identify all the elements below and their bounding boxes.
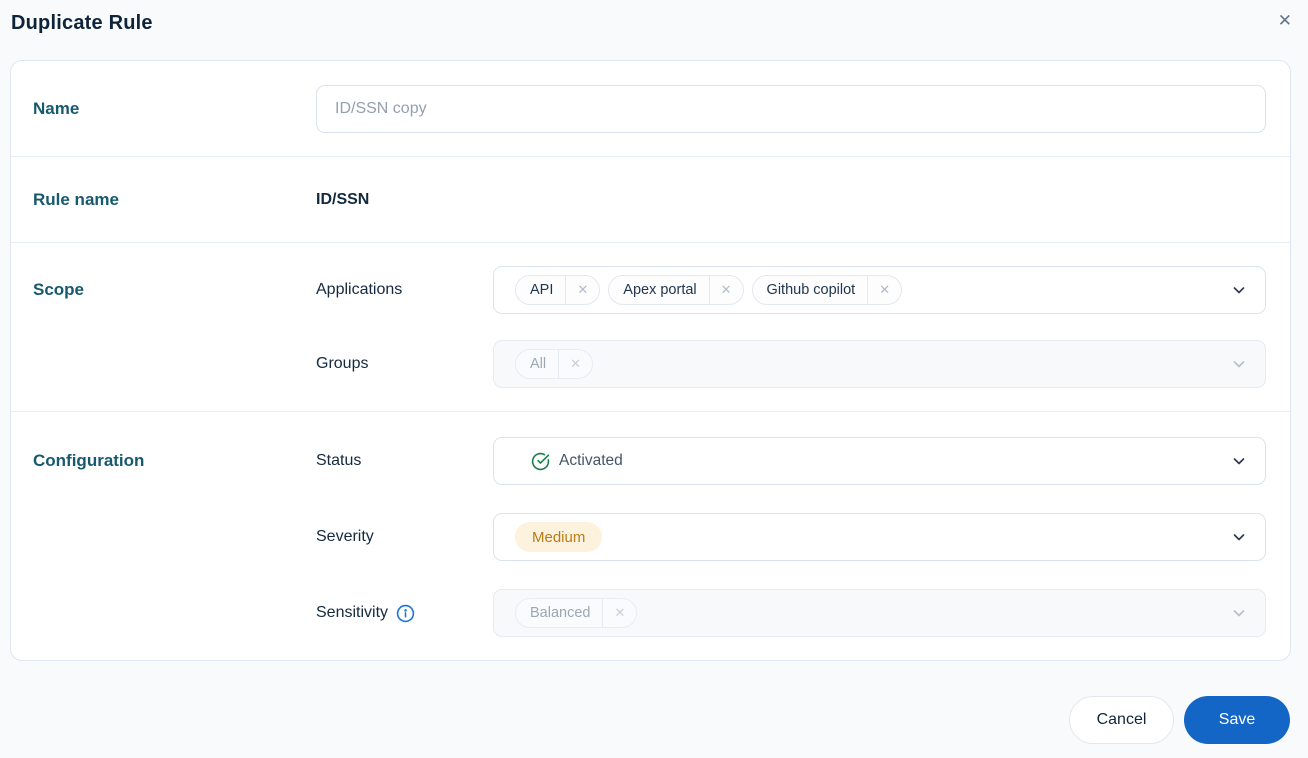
chevron-down-icon bbox=[1231, 605, 1247, 621]
chip: Balanced ✕ bbox=[515, 598, 638, 628]
rule-name-value: ID/SSN bbox=[316, 190, 370, 208]
chip: Github copilot ✕ bbox=[751, 275, 903, 305]
chip: Apex portal ✕ bbox=[608, 275, 744, 305]
name-row: Name bbox=[11, 61, 1290, 157]
chip-label: Balanced bbox=[530, 605, 591, 621]
chevron-down-icon bbox=[1231, 282, 1247, 298]
dialog-title: Duplicate Rule bbox=[11, 12, 153, 34]
chevron-down-icon bbox=[1231, 453, 1247, 469]
form-card: Name Rule name ID/SSN Scope Applications… bbox=[10, 60, 1291, 661]
chip-label: API bbox=[530, 282, 554, 298]
sensitivity-field-row: Sensitivity Balanced ✕ bbox=[316, 589, 1266, 637]
rule-name-row: Rule name ID/SSN bbox=[11, 157, 1290, 243]
chip-remove-icon[interactable]: ✕ bbox=[867, 276, 901, 304]
chip-label: Apex portal bbox=[623, 282, 697, 298]
groups-label: Groups bbox=[316, 355, 369, 372]
sensitivity-select: Balanced ✕ bbox=[493, 589, 1266, 637]
info-icon[interactable] bbox=[396, 604, 415, 623]
status-value: Activated bbox=[559, 452, 623, 469]
severity-select[interactable]: Medium bbox=[493, 513, 1266, 561]
chip-remove-icon[interactable]: ✕ bbox=[708, 276, 743, 304]
applications-field-row: Applications API ✕ Apex portal ✕ Github copi… bbox=[316, 266, 1266, 314]
chip-label: All bbox=[530, 356, 547, 372]
severity-badge: Medium bbox=[515, 522, 603, 552]
duplicate-rule-dialog: Duplicate Rule ✕ Name Rule name ID/SSN S… bbox=[0, 0, 1308, 758]
chip: API ✕ bbox=[515, 275, 601, 305]
chevron-down-icon bbox=[1231, 529, 1247, 545]
chip-remove-icon: ✕ bbox=[602, 599, 636, 627]
severity-field-row: Severity Medium bbox=[316, 513, 1266, 561]
status-field-row: Status Activated bbox=[316, 437, 1266, 485]
chevron-down-icon bbox=[1231, 356, 1247, 372]
configuration-section: Configuration Status Activated Severity … bbox=[11, 412, 1290, 660]
scope-section: Scope Applications API ✕ Apex portal ✕ Githu… bbox=[11, 243, 1290, 412]
groups-select: All ✕ bbox=[493, 340, 1266, 388]
name-input[interactable] bbox=[316, 84, 1266, 133]
chip-remove-icon[interactable]: ✕ bbox=[565, 276, 599, 304]
status-select[interactable]: Activated bbox=[493, 437, 1266, 485]
configuration-label: Configuration bbox=[33, 451, 145, 470]
check-circle-icon bbox=[531, 452, 550, 471]
applications-label: Applications bbox=[316, 281, 403, 298]
chip-label: Github copilot bbox=[766, 282, 856, 298]
close-icon[interactable]: ✕ bbox=[1274, 10, 1296, 31]
groups-field-row: Groups All ✕ bbox=[316, 340, 1266, 388]
cancel-button[interactable]: Cancel bbox=[1069, 696, 1174, 744]
chip-remove-icon: ✕ bbox=[558, 350, 592, 378]
status-label: Status bbox=[316, 452, 362, 469]
dialog-header: Duplicate Rule ✕ bbox=[0, 0, 1308, 60]
sensitivity-label: Sensitivity bbox=[316, 604, 389, 621]
rule-name-label: Rule name bbox=[33, 189, 119, 209]
scope-label: Scope bbox=[33, 280, 85, 299]
dialog-footer: Cancel Save bbox=[0, 696, 1308, 744]
name-label: Name bbox=[33, 98, 80, 118]
applications-select[interactable]: API ✕ Apex portal ✕ Github copilot ✕ bbox=[493, 266, 1266, 314]
chip: All ✕ bbox=[515, 349, 594, 379]
severity-label: Severity bbox=[316, 528, 374, 545]
save-button[interactable]: Save bbox=[1184, 696, 1290, 744]
